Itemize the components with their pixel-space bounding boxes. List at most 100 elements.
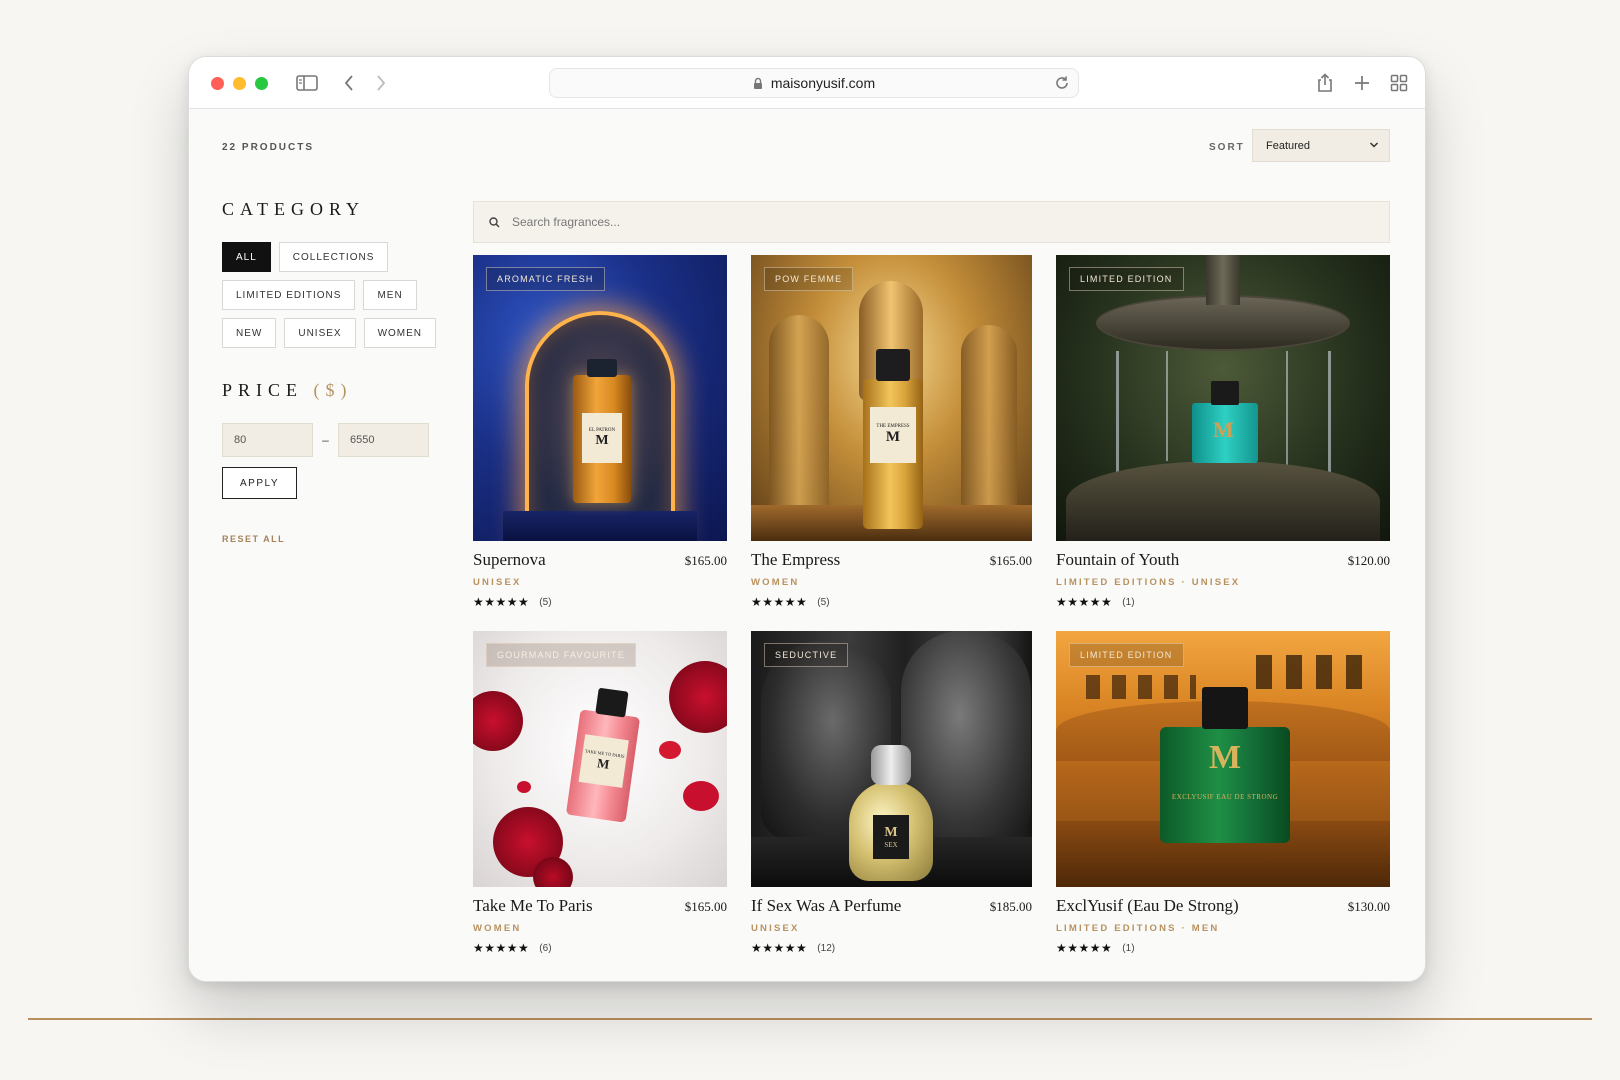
reset-all-link[interactable]: RESET ALL [222, 534, 285, 544]
address-bar[interactable]: maisonyusif.com [549, 68, 1079, 98]
fountain-spout [1206, 255, 1240, 305]
rose [533, 857, 573, 887]
brand-monogram-icon: M [885, 429, 901, 445]
product-card[interactable]: EL PATRON M AROMATIC FRESH Supernova $16… [473, 255, 727, 609]
product-tag: GOURMAND FAVOURITE [486, 643, 636, 667]
zoom-window-button[interactable] [255, 77, 268, 90]
rose-petal [517, 781, 531, 793]
category-chip-women[interactable]: WOMEN [363, 318, 437, 348]
sort-value: Featured [1266, 139, 1311, 152]
tab-overview-icon[interactable] [1387, 71, 1411, 95]
product-tag: POW FEMME [764, 267, 854, 291]
rose [473, 691, 523, 751]
sidebar-toggle-icon[interactable] [295, 71, 319, 95]
rose [669, 661, 727, 733]
product-rating: ★★★★★ (6) [473, 941, 727, 955]
bottle-cap [876, 349, 910, 381]
camel-caravan [1086, 675, 1196, 699]
new-tab-icon[interactable] [1350, 71, 1374, 95]
product-card[interactable]: THE EMPRESS M POW FEMME The Empress $165… [751, 255, 1032, 609]
price-min-input[interactable] [222, 423, 313, 457]
product-price: $165.00 [684, 899, 727, 914]
category-chip-men[interactable]: MEN [363, 280, 417, 310]
category-chip-all[interactable]: ALL [222, 242, 271, 272]
window-controls [211, 77, 268, 90]
forward-arrow-icon[interactable] [369, 71, 393, 95]
product-price: $165.00 [989, 553, 1032, 568]
product-category: WOMEN [751, 577, 800, 588]
product-rating: ★★★★★ (12) [751, 941, 1032, 955]
product-name[interactable]: Take Me To Paris [473, 896, 593, 916]
product-image[interactable]: M EXCLYUSIF EAU DE STRONG LIMITED EDITIO… [1056, 631, 1390, 887]
perfume-bottle: M EXCLYUSIF EAU DE STRONG [1160, 687, 1290, 843]
product-image[interactable]: EL PATRON M AROMATIC FRESH [473, 255, 727, 541]
category-filters: ALL COLLECTIONS LIMITED EDITIONS MEN NEW… [222, 242, 437, 348]
stage-divider-line [28, 1018, 1592, 1020]
category-chip-unisex[interactable]: UNISEX [284, 318, 356, 348]
product-name[interactable]: The Empress [751, 550, 840, 570]
water-stream [1116, 351, 1119, 481]
product-name[interactable]: If Sex Was A Perfume [751, 896, 901, 916]
statue-right [961, 325, 1017, 515]
perfume-bottle: M SEX [849, 745, 933, 881]
star-rating-icon: ★★★★★ [1056, 941, 1113, 955]
bottle-label: EL PATRON M [582, 413, 622, 463]
close-window-button[interactable] [211, 77, 224, 90]
product-card[interactable]: M SEX SEDUCTIVE If Sex Was A Perfume $18… [751, 631, 1032, 955]
review-count: (12) [817, 942, 836, 954]
back-arrow-icon[interactable] [337, 71, 361, 95]
bottle-cap [871, 745, 911, 785]
reload-icon[interactable] [1054, 75, 1070, 91]
product-image[interactable]: M SEX SEDUCTIVE [751, 631, 1032, 887]
sort-dropdown[interactable]: Featured [1252, 129, 1390, 162]
minimize-window-button[interactable] [233, 77, 246, 90]
browser-window: maisonyusif.com 22 PRODUCTS SORT Feature… [188, 56, 1426, 982]
product-image[interactable]: THE EMPRESS M POW FEMME [751, 255, 1032, 541]
bottle-cap [587, 359, 617, 377]
star-rating-icon: ★★★★★ [473, 941, 530, 955]
product-image[interactable]: TAKE ME TO PARIS M GOURMAND FAVOURITE [473, 631, 727, 887]
bottle-cap [595, 687, 629, 718]
perfume-bottle: EL PATRON M [573, 359, 631, 503]
product-image[interactable]: M LIMITED EDITION [1056, 255, 1390, 541]
star-rating-icon: ★★★★★ [1056, 595, 1113, 609]
product-card[interactable]: M EXCLYUSIF EAU DE STRONG LIMITED EDITIO… [1056, 631, 1390, 955]
price-range: – [222, 423, 442, 457]
url-text: maisonyusif.com [770, 75, 876, 91]
rose-petal [683, 781, 719, 811]
perfume-bottle: THE EMPRESS M [863, 349, 923, 529]
product-price: $165.00 [684, 553, 727, 568]
product-rating: ★★★★★ (1) [1056, 595, 1390, 609]
product-name[interactable]: ExclYusif (Eau De Strong) [1056, 896, 1239, 916]
category-chip-collections[interactable]: COLLECTIONS [278, 242, 389, 272]
product-card[interactable]: TAKE ME TO PARIS M GOURMAND FAVOURITE Ta… [473, 631, 727, 955]
bottle-cap [1211, 381, 1239, 405]
product-rating: ★★★★★ (1) [1056, 941, 1390, 955]
statue-left [769, 315, 829, 515]
water-stream [1328, 351, 1331, 491]
camel-caravan [1256, 655, 1376, 689]
product-tag: SEDUCTIVE [764, 643, 849, 667]
product-name[interactable]: Supernova [473, 550, 546, 570]
review-count: (1) [1122, 942, 1135, 954]
product-card[interactable]: M LIMITED EDITION Fountain of Youth $120… [1056, 255, 1390, 609]
water-stream [1286, 351, 1288, 471]
fountain-lower-basin [1066, 461, 1380, 541]
product-name[interactable]: Fountain of Youth [1056, 550, 1179, 570]
star-rating-icon: ★★★★★ [473, 595, 530, 609]
brand-monogram-icon: M [1208, 739, 1242, 776]
perfume-bottle: M [1192, 381, 1258, 463]
bottle-label-text: EXCLYUSIF EAU DE STRONG [1171, 793, 1279, 801]
product-tag: LIMITED EDITION [1069, 267, 1184, 291]
price-max-input[interactable] [338, 423, 429, 457]
filter-sidebar: CATEGORY ALL COLLECTIONS LIMITED EDITION… [222, 199, 442, 547]
apply-button[interactable]: APPLY [222, 467, 297, 499]
product-rating: ★★★★★ (5) [751, 595, 1032, 609]
bottle-label: TAKE ME TO PARIS M [578, 734, 629, 788]
share-icon[interactable] [1313, 71, 1337, 95]
bottle-cap [1202, 687, 1248, 729]
category-chip-new[interactable]: NEW [222, 318, 277, 348]
chevron-down-icon [1369, 141, 1379, 149]
category-chip-limited-editions[interactable]: LIMITED EDITIONS [222, 280, 356, 310]
search-input[interactable] [512, 215, 1312, 229]
